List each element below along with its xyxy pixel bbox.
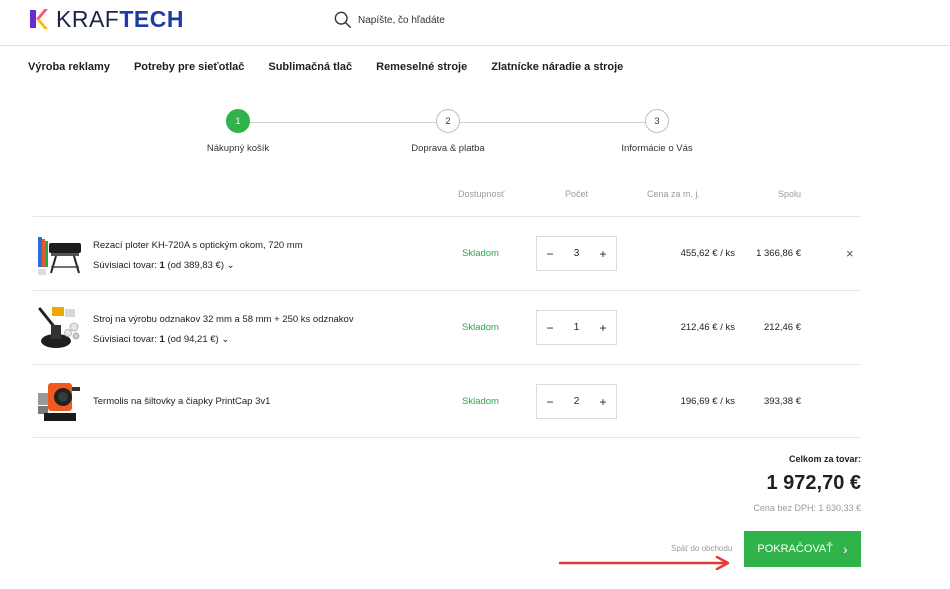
nav-item-sublimacna-tlac[interactable]: Sublimačná tlač [268, 61, 352, 73]
quantity-stepper[interactable]: − 3 + [536, 236, 617, 271]
product-name[interactable]: Stroj na výrobu odznakov 32 mm a 58 mm +… [93, 314, 354, 325]
step-label: Nákupný košík [206, 143, 270, 154]
related-products-toggle[interactable]: Súvisiaci tovar: 1 (od 94,21 €) ⌄ [93, 334, 229, 345]
row-total: 1 366,86 € [756, 248, 801, 259]
search-icon[interactable] [334, 11, 352, 29]
logo-text: KRAFTECH [56, 6, 184, 32]
quantity-value[interactable]: 3 [574, 248, 580, 259]
step-number: 2 [436, 109, 460, 133]
step-number: 1 [226, 109, 250, 133]
continue-button[interactable]: POKRAČOVAŤ › [744, 531, 861, 567]
product-thumbnail-badge-machine[interactable] [36, 305, 82, 351]
stock-status: Skladom [462, 248, 499, 259]
decrease-quantity-button[interactable]: − [544, 395, 556, 409]
product-name[interactable]: Rezací ploter KH-720A s optickým okom, 7… [93, 240, 303, 251]
product-thumbnail-cap-press[interactable] [36, 379, 82, 425]
quantity-value[interactable]: 2 [574, 396, 580, 407]
nav-item-vyroba-reklamy[interactable]: Výroba reklamy [28, 61, 110, 73]
main-nav: Výroba reklamy Potreby pre sieťotlač Sub… [28, 61, 647, 73]
step-label: Informácie o Vás [621, 143, 693, 154]
logo-mark-icon [30, 8, 50, 30]
product-thumbnail-plotter[interactable] [36, 231, 82, 277]
row-total: 212,46 € [764, 322, 801, 333]
decrease-quantity-button[interactable]: − [544, 247, 556, 261]
increase-quantity-button[interactable]: + [597, 395, 609, 409]
header-total: Spolu [778, 189, 802, 199]
nav-item-remeselne-stroje[interactable]: Remeselné stroje [376, 61, 467, 73]
cart-total-label: Celkom za tovar: [788, 454, 861, 464]
quantity-stepper[interactable]: − 1 + [536, 310, 617, 345]
increase-quantity-button[interactable]: + [597, 247, 609, 261]
step-cart[interactable]: 1 Nákupný košík [168, 109, 308, 154]
search-input[interactable] [358, 14, 558, 26]
search-bar[interactable] [334, 11, 558, 29]
cart-row: Stroj na výrobu odznakov 32 mm a 58 mm +… [33, 290, 861, 364]
cart-total-value: 1 972,70 € [766, 472, 861, 494]
related-products-toggle[interactable]: Súvisiaci tovar: 1 (od 389,83 €) ⌄ [93, 260, 235, 271]
increase-quantity-button[interactable]: + [597, 321, 609, 335]
cart-table-header: Dostupnosť Počet Cena za m. j. Spolu [0, 189, 950, 203]
chevron-right-icon: › [842, 541, 848, 557]
decrease-quantity-button[interactable]: − [544, 321, 556, 335]
continue-button-label: POKRAČOVAŤ [757, 543, 833, 555]
checkout-steps: 1 Nákupný košík 2 Doprava & platba 3 Inf… [0, 109, 950, 159]
product-name[interactable]: Termolis na šiltovky a čiapky PrintCap 3… [93, 396, 270, 407]
stock-status: Skladom [462, 322, 499, 333]
step-shipping[interactable]: 2 Doprava & platba [378, 109, 518, 154]
step-label: Doprava & platba [411, 143, 485, 154]
header-unit-price: Cena za m. j. [647, 189, 701, 199]
nav-item-potreby-pre-sietotlac[interactable]: Potreby pre sieťotlač [134, 61, 244, 73]
remove-item-icon[interactable]: × [846, 246, 854, 261]
cart-row: Termolis na šiltovky a čiapky PrintCap 3… [33, 364, 861, 438]
site-header: KRAFTECH [0, 0, 950, 46]
cart-total-net: Cena bez DPH: 1 630,33 € [753, 503, 861, 513]
quantity-value[interactable]: 1 [574, 322, 580, 333]
annotation-arrow-icon [558, 556, 730, 570]
header-quantity: Počet [565, 189, 589, 199]
step-number: 3 [645, 109, 669, 133]
row-total: 393,38 € [764, 396, 801, 407]
quantity-stepper[interactable]: − 2 + [536, 384, 617, 419]
logo[interactable]: KRAFTECH [30, 6, 184, 32]
nav-item-zlatnicke-naradie[interactable]: Zlatnícke náradie a stroje [491, 61, 623, 73]
step-info[interactable]: 3 Informácie o Vás [587, 109, 727, 154]
stock-status: Skladom [462, 396, 499, 407]
cart-row: Rezací ploter KH-720A s optickým okom, 7… [33, 216, 861, 290]
header-availability: Dostupnosť [458, 189, 505, 199]
back-to-shop-link[interactable]: Späť do obchodu [671, 544, 732, 553]
